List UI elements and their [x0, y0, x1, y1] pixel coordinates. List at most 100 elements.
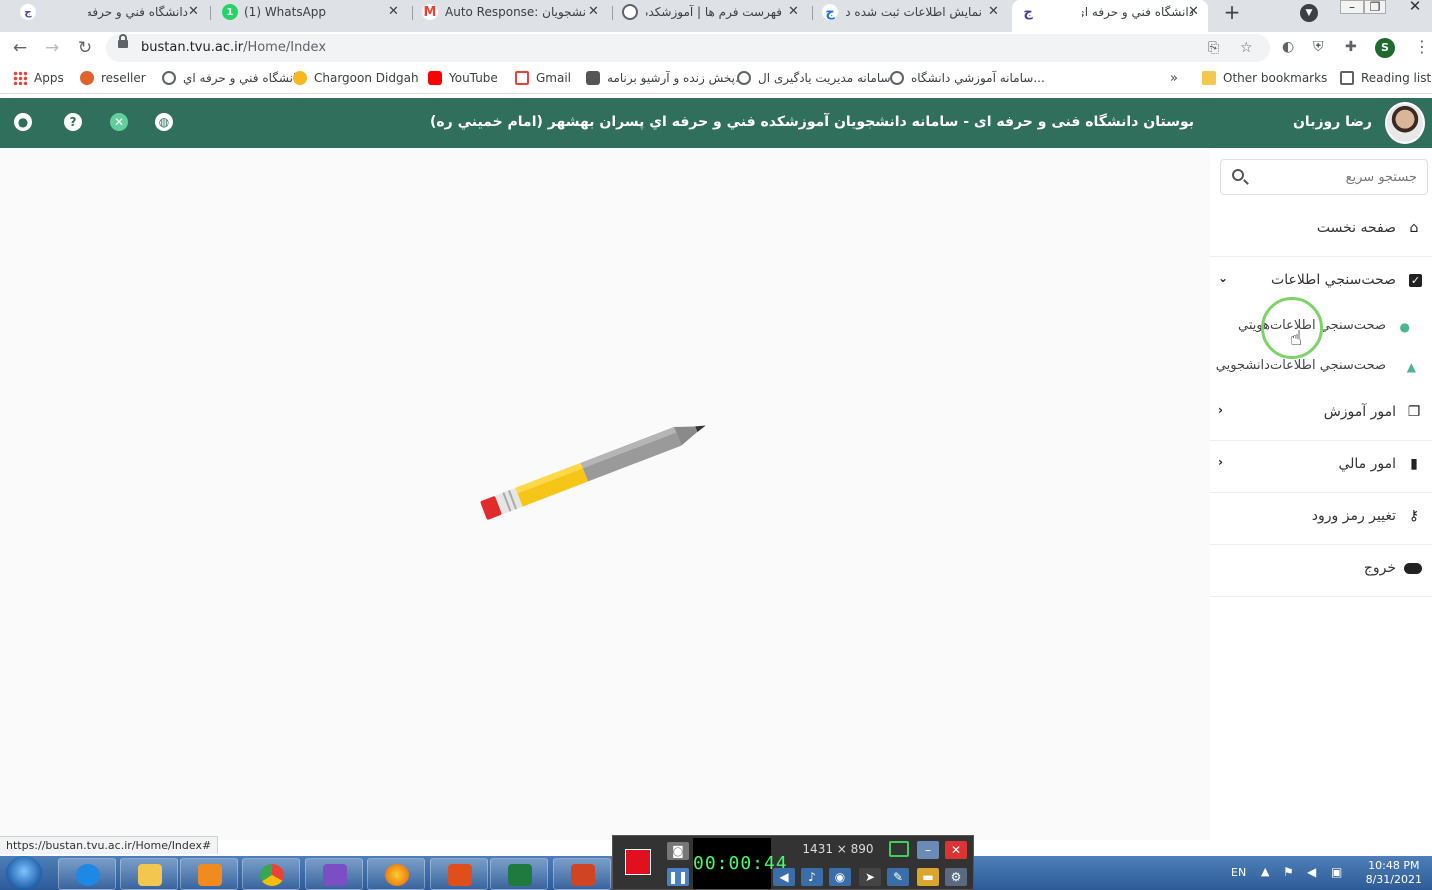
region-icon[interactable] — [889, 841, 909, 857]
more-bookmarks-chevron-icon[interactable]: » — [1170, 71, 1178, 86]
taskbar-visual-studio[interactable] — [305, 858, 363, 890]
network-icon[interactable]: ▣ — [1331, 865, 1342, 879]
language-indicator[interactable]: EN — [1231, 866, 1246, 879]
taskbar-media[interactable] — [180, 858, 238, 890]
puzzle-extensions-icon[interactable]: ✚ — [1345, 39, 1357, 55]
shield-extension-icon[interactable]: ⛨ — [1313, 39, 1324, 55]
taskbar-powerpoint[interactable] — [553, 858, 611, 890]
start-button-icon[interactable] — [6, 856, 42, 890]
back-arrow-icon[interactable]: ← — [10, 38, 30, 58]
user-avatar[interactable] — [1385, 102, 1425, 144]
microphone-icon[interactable]: ♪ — [801, 868, 823, 886]
taskbar-ie[interactable] — [58, 858, 116, 890]
media-player-icon — [198, 864, 222, 886]
bookmark-reading-list[interactable]: Reading list — [1340, 71, 1431, 85]
chevron-down-icon: ⌄ — [1218, 271, 1229, 285]
taskbar-explorer[interactable] — [120, 858, 178, 890]
browser-tab-active[interactable]: ج دانشگاه فني و حرفه اي ✕ — [1012, 0, 1208, 32]
toggle-theme-icon[interactable]: ● — [14, 113, 32, 131]
chevron-left-icon: ‹ — [1218, 403, 1223, 417]
taskbar-excel[interactable] — [490, 858, 548, 890]
browser-tab[interactable]: M Auto Response: ی دانشجویان ✕ — [416, 0, 610, 25]
app-icon — [448, 864, 472, 886]
bookmark-tvu[interactable]: دانشگاه فني و حرفه اي — [162, 71, 302, 85]
bookmark-lms[interactable]: سامانه مدیریت یادگیری ال... — [737, 71, 902, 85]
close-recorder-icon[interactable]: ✕ — [945, 841, 967, 859]
close-tab-icon[interactable]: ✕ — [588, 4, 599, 19]
bookmark-gmail[interactable]: Gmail — [515, 71, 571, 85]
browser-tab[interactable]: فهرست فرم ها | آموزشکده فنی پ ✕ — [616, 0, 810, 25]
tab-search-icon[interactable]: ▼ — [1300, 4, 1318, 22]
settings-gear-icon[interactable]: ⚙ — [945, 868, 967, 886]
browser-tab[interactable]: 1 (1) WhatsApp ✕ — [214, 0, 410, 25]
form-app-icon: ج — [822, 4, 838, 20]
user-name[interactable]: رضا روزبان — [1293, 114, 1372, 130]
tab-title: دانشگاه فني و حرفه اي — [1082, 5, 1194, 19]
flag-icon[interactable]: ⚑ — [1283, 865, 1294, 879]
sidebar-item-finance[interactable]: ▮ امور مالي ‹ — [1210, 441, 1432, 491]
close-circle-icon[interactable]: ✕ — [110, 113, 128, 131]
globe-icon — [162, 71, 176, 85]
address-bar[interactable]: bustan.tvu.ac.ir/Home/Index ⎘ ☆ — [106, 34, 1270, 62]
close-window-icon[interactable]: ✕ — [1398, 0, 1432, 14]
close-tab-icon[interactable]: ✕ — [188, 4, 199, 19]
sidebar-item-change-password[interactable]: ⚷ تغيير رمز ورود — [1210, 493, 1432, 543]
bookmark-star-icon[interactable]: ☆ — [1240, 40, 1253, 56]
volume-icon[interactable]: ◀ — [1307, 865, 1316, 879]
cursor-icon[interactable]: ➤ — [859, 868, 881, 886]
translate-icon[interactable]: ⎘ — [1208, 40, 1219, 56]
speaker-icon[interactable]: ◀ — [773, 868, 795, 886]
bookmark-live-archive[interactable]: پخش زنده و آرشیو برنامه... — [586, 71, 746, 85]
bookmark-education-system[interactable]: سامانه آموزشي دانشگاه... — [890, 71, 1045, 85]
sidebar-item-verify[interactable]: ✓ صحت‌سنجي اطلاعات ⌄ — [1210, 257, 1432, 307]
close-tab-icon[interactable]: ✕ — [1188, 4, 1199, 19]
camera-icon[interactable]: ◙ — [667, 842, 689, 860]
stop-recording-button[interactable] — [625, 849, 651, 875]
search-input[interactable] — [1257, 164, 1417, 190]
pause-icon[interactable]: ❚❚ — [667, 868, 689, 886]
sidebar-item-home[interactable]: ⌂ صفحه نخست — [1210, 205, 1432, 255]
bookmark-chargoon[interactable]: Chargoon Didgah — [293, 71, 419, 85]
reload-icon[interactable]: ↻ — [75, 38, 95, 58]
url-text: bustan.tvu.ac.ir/Home/Index — [141, 40, 327, 55]
webcam-icon[interactable]: ◉ — [829, 868, 851, 886]
close-tab-icon[interactable]: ✕ — [788, 4, 799, 19]
new-tab-button[interactable]: + — [1221, 2, 1243, 24]
bookmark-reseller[interactable]: reseller — [80, 71, 146, 85]
profile-avatar[interactable]: S — [1375, 38, 1395, 58]
chevron-left-icon: ‹ — [1218, 455, 1223, 469]
app-header: ● ? ✕ ◍ بوستان دانشگاه فنی و حرفه ای - س… — [0, 98, 1432, 148]
taskbar-firefox[interactable] — [367, 858, 425, 890]
close-tab-icon[interactable]: ✕ — [988, 4, 999, 19]
browser-tab[interactable]: ج نمايش اطلاعات ثبت شده در فرم ✕ — [816, 0, 1010, 25]
taskbar-app[interactable] — [430, 858, 488, 890]
browser-tab[interactable]: ج دانشگاه فني و حرفه اي ✕ — [8, 0, 208, 25]
browser-menu-icon[interactable]: ⋮ — [1414, 37, 1430, 56]
bookmark-other[interactable]: Other bookmarks — [1202, 71, 1327, 85]
minimize-window-icon[interactable]: – — [1340, 0, 1364, 14]
search-icon[interactable] — [1232, 169, 1244, 181]
main-content: ⌂ صفحه نخست ✓ صحت‌سنجي اطلاعات ⌄ ● صحت‌س… — [0, 148, 1432, 840]
sidebar-item-logout[interactable]: خروج — [1210, 545, 1432, 595]
sidebar-subitem-verify-student[interactable]: ▲ صحت‌سنجي اطلاعات‌دانشجويي — [1210, 352, 1432, 382]
loading-pencil-icon — [480, 425, 706, 520]
pen-icon[interactable]: ✎ — [887, 868, 909, 886]
globe-icon[interactable]: ◍ — [155, 113, 173, 131]
clock[interactable]: 10:48 PM 8/31/2021 — [1366, 859, 1422, 887]
forward-arrow-icon[interactable]: → — [42, 38, 62, 58]
minimize-recorder-icon[interactable]: – — [917, 841, 939, 859]
home-icon: ⌂ — [1409, 220, 1419, 236]
extension-icon[interactable]: ◐ — [1282, 39, 1294, 55]
close-tab-icon[interactable]: ✕ — [388, 4, 399, 19]
help-icon[interactable]: ? — [64, 113, 82, 131]
bookmark-youtube[interactable]: YouTube — [428, 71, 498, 85]
taskbar-chrome[interactable] — [242, 858, 300, 890]
restore-window-icon[interactable]: ❐ — [1364, 0, 1386, 14]
show-hidden-icons-icon[interactable]: ▲ — [1261, 865, 1269, 878]
bookmark-apps[interactable]: Apps — [13, 71, 64, 85]
folder-icon — [138, 864, 162, 886]
folder-icon[interactable]: ▬ — [917, 868, 939, 886]
sidebar-item-education[interactable]: ❐ امور آموزش ‹ — [1210, 389, 1432, 439]
gmail-icon: M — [422, 4, 438, 20]
firefox-icon — [385, 864, 409, 886]
